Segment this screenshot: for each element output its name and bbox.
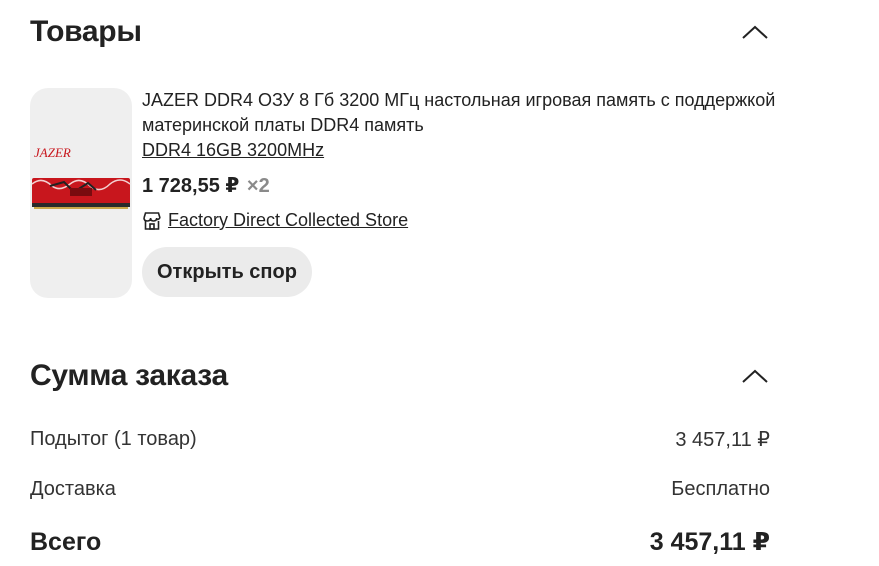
subtotal-value: 3 457,11 ₽ <box>675 428 770 451</box>
open-dispute-button[interactable]: Открыть спор <box>142 247 312 297</box>
subtotal-row: Подытог (1 товар) 3 457,11 ₽ <box>30 424 770 454</box>
store-icon <box>142 211 162 231</box>
price-row: 1 728,55 ₽ ×2 <box>142 173 782 199</box>
delivery-label: Доставка <box>30 477 116 500</box>
chevron-up-icon[interactable] <box>740 17 770 47</box>
svg-text:JAZER: JAZER <box>34 145 71 160</box>
goods-section-title: Товары <box>30 15 142 48</box>
summary-section-title: Сумма заказа <box>30 359 228 392</box>
store-link[interactable]: Factory Direct Collected Store <box>168 208 408 233</box>
delivery-row: Доставка Бесплатно <box>30 474 770 504</box>
goods-section-header: Товары <box>30 12 770 52</box>
product-quantity: ×2 <box>246 175 270 197</box>
product-price: 1 728,55 ₽ <box>142 175 240 197</box>
brand-logo: JAZER <box>34 145 71 160</box>
product-title[interactable]: JAZER DDR4 ОЗУ 8 Гб 3200 МГц настольная … <box>142 88 782 138</box>
store-row: Factory Direct Collected Store <box>142 208 782 233</box>
total-value: 3 457,11 ₽ <box>649 528 770 556</box>
total-row: Всего 3 457,11 ₽ <box>30 524 770 560</box>
product-info: JAZER DDR4 ОЗУ 8 Гб 3200 МГц настольная … <box>142 88 782 297</box>
delivery-value: Бесплатно <box>671 477 770 500</box>
product-variant-link[interactable]: DDR4 16GB 3200MHz <box>142 138 324 163</box>
chevron-up-icon[interactable] <box>740 361 770 391</box>
summary-section-header: Сумма заказа <box>30 356 770 396</box>
total-label: Всего <box>30 527 102 556</box>
subtotal-label: Подытог (1 товар) <box>30 427 197 450</box>
product-image[interactable]: JAZER <box>30 88 132 298</box>
ram-module-image <box>31 178 131 209</box>
